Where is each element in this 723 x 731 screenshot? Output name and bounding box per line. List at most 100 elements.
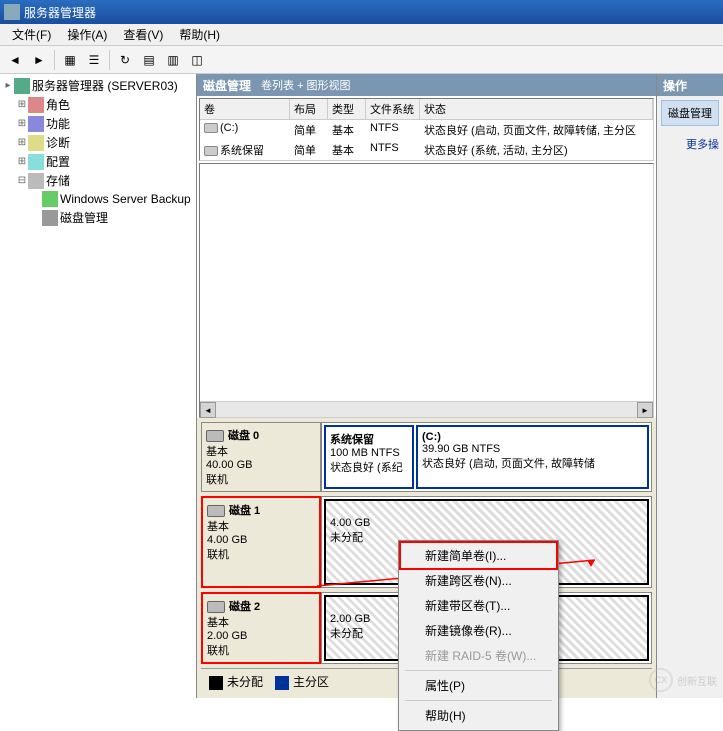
watermark-text: 创新互联 — [677, 673, 717, 688]
server-icon — [14, 78, 30, 94]
expand-icon[interactable]: ⊟ — [16, 175, 28, 186]
part-status: 状态良好 (启动, 页面文件, 故障转储 — [422, 455, 643, 471]
part-size: 4.00 GB — [330, 517, 643, 529]
tree-root-label: 服务器管理器 (SERVER03) — [32, 77, 178, 94]
expand-icon[interactable]: ▸ — [2, 80, 14, 91]
vol-type: 基本 — [328, 141, 366, 159]
scroll-track[interactable] — [216, 402, 637, 417]
expand-icon[interactable]: ⊞ — [16, 156, 28, 167]
toolbar-back[interactable]: ◄ — [4, 49, 26, 71]
tree-roles-label: 角色 — [46, 96, 70, 113]
center-title: 磁盘管理 — [203, 77, 251, 94]
col-layout[interactable]: 布局 — [290, 99, 328, 119]
col-status[interactable]: 状态 — [420, 99, 653, 119]
tree-features-label: 功能 — [46, 115, 70, 132]
cm-help[interactable]: 帮助(H) — [401, 703, 556, 728]
vol-fs: NTFS — [366, 121, 420, 139]
tree-storage[interactable]: ⊟ 存储 — [2, 171, 194, 190]
scroll-right-icon[interactable]: ► — [637, 402, 653, 418]
disk-parts-0: 系统保留 100 MB NTFS 状态良好 (系纪 (C:) 39.90 GB … — [321, 422, 652, 492]
volume-icon — [204, 123, 218, 133]
disk-label-1[interactable]: 磁盘 1 基本 4.00 GB 联机 — [201, 496, 321, 588]
cm-properties[interactable]: 属性(P) — [401, 673, 556, 698]
context-menu[interactable]: 新建简单卷(I)... 新建跨区卷(N)... 新建带区卷(T)... 新建镜像… — [398, 540, 559, 731]
app-icon — [4, 4, 20, 20]
tree-features[interactable]: ⊞ 功能 — [2, 114, 194, 133]
disk-size: 2.00 GB — [207, 630, 247, 642]
tree-roles[interactable]: ⊞ 角色 — [2, 95, 194, 114]
cm-new-striped-volume[interactable]: 新建带区卷(T)... — [401, 593, 556, 618]
scroll-left-icon[interactable]: ◄ — [200, 402, 216, 418]
volume-icon — [204, 146, 218, 156]
col-filesystem[interactable]: 文件系统 — [366, 99, 420, 119]
col-volume[interactable]: 卷 — [200, 99, 290, 119]
expand-icon[interactable]: ⊞ — [16, 118, 28, 129]
volume-empty-area: ◄ ► — [199, 163, 654, 418]
expand-icon[interactable]: ⊞ — [16, 137, 28, 148]
volume-list-header: 卷 布局 类型 文件系统 状态 — [200, 99, 653, 120]
center-subtitle: 卷列表 + 图形视图 — [261, 77, 351, 93]
vol-layout: 简单 — [290, 121, 328, 139]
tree-diskmgmt[interactable]: 磁盘管理 — [2, 208, 194, 227]
horizontal-scrollbar[interactable]: ◄ ► — [200, 401, 653, 417]
disk-type: 基本 — [206, 446, 228, 458]
actions-diskmgmt[interactable]: 磁盘管理 — [661, 100, 719, 126]
disk-size: 40.00 GB — [206, 459, 252, 471]
vol-fs: NTFS — [366, 141, 420, 159]
toolbar-btn2[interactable]: ☰ — [83, 49, 105, 71]
tree-diagnostics[interactable]: ⊞ 诊断 — [2, 133, 194, 152]
role-icon — [28, 97, 44, 113]
legend-unalloc-swatch — [209, 676, 223, 690]
tree-diskmgmt-label: 磁盘管理 — [60, 209, 108, 226]
disk-row-0[interactable]: 磁盘 0 基本 40.00 GB 联机 系统保留 100 MB NTFS 状态良… — [201, 422, 652, 492]
tree-diag-label: 诊断 — [46, 134, 70, 151]
col-type[interactable]: 类型 — [328, 99, 366, 119]
toolbar-btn4[interactable]: ▤ — [138, 49, 160, 71]
volume-row[interactable]: (C:) 简单 基本 NTFS 状态良好 (启动, 页面文件, 故障转储, 主分… — [200, 120, 653, 140]
menubar: 文件(F) 操作(A) 查看(V) 帮助(H) — [0, 24, 723, 46]
volume-list[interactable]: 卷 布局 类型 文件系统 状态 (C:) 简单 基本 NTFS 状态良好 (启动… — [199, 98, 654, 161]
cm-separator — [405, 670, 552, 671]
disk-name: 磁盘 1 — [229, 505, 260, 517]
cm-new-simple-volume[interactable]: 新建简单卷(I)... — [401, 543, 556, 568]
toolbar-btn6[interactable]: ◫ — [186, 49, 208, 71]
part-size: 100 MB NTFS — [330, 447, 408, 459]
vol-layout: 简单 — [290, 141, 328, 159]
menu-action[interactable]: 操作(A) — [59, 24, 115, 45]
partition-sysreserved[interactable]: 系统保留 100 MB NTFS 状态良好 (系纪 — [324, 425, 414, 489]
disk-label-0[interactable]: 磁盘 0 基本 40.00 GB 联机 — [201, 422, 321, 492]
legend-primary-label: 主分区 — [293, 675, 329, 689]
actions-title: 操作 — [657, 74, 723, 96]
toolbar-btn1[interactable]: ▦ — [59, 49, 81, 71]
vol-name: (C:) — [220, 122, 238, 134]
menu-help[interactable]: 帮助(H) — [171, 24, 228, 45]
tree-storage-label: 存储 — [46, 172, 70, 189]
actions-more[interactable]: 更多操 — [657, 130, 723, 158]
backup-icon — [42, 191, 58, 207]
disk-type: 基本 — [207, 617, 229, 629]
vol-status: 状态良好 (启动, 页面文件, 故障转储, 主分区 — [420, 121, 653, 139]
toolbar-forward[interactable]: ► — [28, 49, 50, 71]
legend-primary-swatch — [275, 676, 289, 690]
expand-icon[interactable]: ⊞ — [16, 99, 28, 110]
tree-backup[interactable]: Windows Server Backup — [2, 190, 194, 208]
disk-icon — [207, 505, 225, 517]
toolbar-refresh[interactable]: ↻ — [114, 49, 136, 71]
vol-status: 状态良好 (系统, 活动, 主分区) — [420, 141, 653, 159]
volume-row[interactable]: 系统保留 简单 基本 NTFS 状态良好 (系统, 活动, 主分区) — [200, 140, 653, 160]
menu-view[interactable]: 查看(V) — [115, 24, 171, 45]
cm-new-mirror-volume[interactable]: 新建镜像卷(R)... — [401, 618, 556, 643]
watermark: CX 创新互联 — [649, 668, 717, 692]
tree-backup-label: Windows Server Backup — [60, 192, 191, 206]
menu-file[interactable]: 文件(F) — [4, 24, 59, 45]
toolbar-sep2 — [109, 50, 110, 70]
disk-label-2[interactable]: 磁盘 2 基本 2.00 GB 联机 — [201, 592, 321, 664]
cm-new-spanned-volume[interactable]: 新建跨区卷(N)... — [401, 568, 556, 593]
tree-root[interactable]: ▸ 服务器管理器 (SERVER03) — [2, 76, 194, 95]
tree-panel[interactable]: ▸ 服务器管理器 (SERVER03) ⊞ 角色 ⊞ 功能 ⊞ 诊断 ⊞ 配置 … — [0, 74, 197, 698]
disk-name: 磁盘 2 — [229, 601, 260, 613]
tree-configuration[interactable]: ⊞ 配置 — [2, 152, 194, 171]
toolbar-btn5[interactable]: ▥ — [162, 49, 184, 71]
diagnostics-icon — [28, 135, 44, 151]
partition-c[interactable]: (C:) 39.90 GB NTFS 状态良好 (启动, 页面文件, 故障转储 — [416, 425, 649, 489]
